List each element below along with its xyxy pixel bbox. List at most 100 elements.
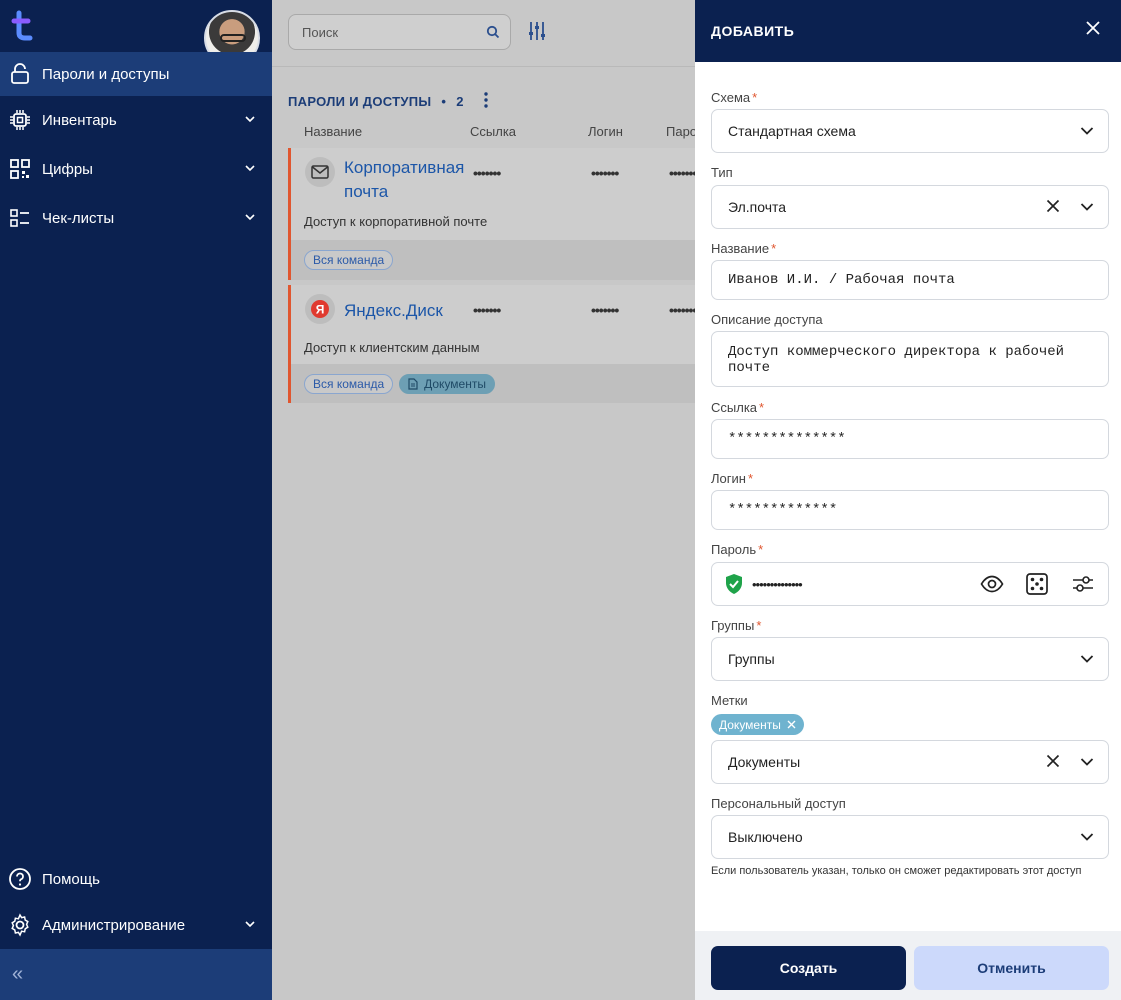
password-value: •••••••••••••• [752,576,803,592]
name-label: Название * [711,241,777,256]
document-icon [408,377,418,390]
cancel-button[interactable]: Отменить [914,946,1109,990]
more-vertical-icon[interactable] [484,92,488,111]
sidebar-item-label: Администрирование [42,916,186,934]
masked-login: ••••••• [591,302,619,318]
item-description: Доступ к клиентским данным [304,340,480,355]
tags-label: Метки [711,693,748,708]
type-value: Эл.почта [728,199,787,215]
clear-icon[interactable] [1046,754,1060,771]
sidebar-item-label: Цифры [42,160,93,178]
panel-header: ДОБАВИТЬ [695,0,1121,62]
shield-check-icon [724,573,744,595]
tag-chip[interactable]: Документы [399,373,495,394]
remove-tag-icon[interactable] [787,718,796,732]
create-button[interactable]: Создать [711,946,906,990]
sliders-icon[interactable] [1072,574,1094,597]
schema-value: Стандартная схема [728,123,856,139]
link-value: ************** [728,431,846,447]
selected-tag-chip[interactable]: Документы [711,714,804,735]
column-header-name[interactable]: Название [304,124,362,139]
chevron-down-icon[interactable] [1080,123,1094,139]
personal-access-hint: Если пользователь указан, только он смож… [711,865,1082,877]
panel-title: ДОБАВИТЬ [711,23,795,39]
chevron-down-icon[interactable] [1080,754,1094,770]
item-title[interactable]: Корпоративная почта [344,156,464,204]
qr-icon [8,157,32,181]
sidebar-item-label: Пароли и доступы [42,65,170,83]
description-textarea[interactable]: Доступ коммерческого директора к рабочей… [711,331,1109,387]
login-value: ************* [728,502,838,518]
link-label: Ссылка * [711,400,765,415]
groups-select[interactable]: Группы [711,637,1109,681]
schema-select[interactable]: Стандартная схема [711,109,1109,153]
sidebar-item-admin[interactable]: Администрирование [0,903,272,947]
chevron-down-icon[interactable] [1080,651,1094,667]
search-icon[interactable] [486,25,500,42]
list-count: 2 [456,94,464,109]
separator-dot: • [441,94,447,109]
eye-icon[interactable] [980,574,1004,597]
column-header-password[interactable]: Паро [666,124,695,139]
close-icon[interactable] [1085,20,1101,39]
double-chevron-left-icon: « [12,963,24,985]
list-header: ПАРОЛИ И ДОСТУПЫ • 2 [288,92,488,111]
name-value: Иванов И.И. / Рабочая почта [728,272,955,288]
list-item[interactable]: Корпоративная почта ••••••• ••••••• •••••… [288,148,695,280]
sidebar-item-checklists[interactable]: Чек-листы [0,196,272,240]
lock-icon [8,62,32,86]
sidebar-item-label: Чек-листы [42,209,115,227]
name-input[interactable]: Иванов И.И. / Рабочая почта [711,260,1109,300]
link-input[interactable]: ************** [711,419,1109,459]
item-title[interactable]: Яндекс.Диск [344,299,443,323]
personal-access-label: Персональный доступ [711,796,846,811]
group-chip[interactable]: Вся команда [304,250,394,270]
dice-icon[interactable] [1026,573,1048,598]
sidebar-item-numbers[interactable]: Цифры [0,147,272,191]
group-chip[interactable]: Вся команда [304,373,394,394]
personal-access-select[interactable]: Выключено [711,815,1109,859]
search-placeholder: Поиск [302,24,339,40]
login-label: Логин * [711,471,754,486]
tag-label: Документы [424,376,486,391]
column-header-link[interactable]: Ссылка [470,124,516,139]
schema-label: Схема * [711,90,758,105]
gear-icon [8,913,32,937]
masked-link: ••••••• [473,302,501,318]
clear-icon[interactable] [1046,199,1060,216]
chevron-down-icon[interactable] [1080,829,1094,845]
sidebar-item-passwords[interactable]: Пароли и доступы [0,52,272,96]
main-content: Поиск ПАРОЛИ И ДОСТУПЫ • 2 Название Ссыл… [272,0,695,1000]
sidebar-item-help[interactable]: Помощь [0,857,272,901]
tags-select[interactable]: Документы [711,740,1109,784]
type-select[interactable]: Эл.почта [711,185,1109,229]
search-input[interactable]: Поиск [288,14,511,50]
masked-password: ••••••• [669,302,695,318]
masked-login: ••••••• [591,165,619,181]
list-item[interactable]: Я Яндекс.Диск ••••••• ••••••• ••••••• До… [288,285,695,403]
chevron-down-icon [244,917,256,934]
filter-settings-icon[interactable] [528,20,546,45]
login-input[interactable]: ************* [711,490,1109,530]
tag-chip-label: Документы [719,717,781,732]
list-title: ПАРОЛИ И ДОСТУПЫ [288,94,432,109]
yandex-icon: Я [305,294,335,324]
groups-label: Группы * [711,618,762,633]
password-input[interactable]: •••••••••••••• [711,562,1109,606]
app-logo[interactable] [10,10,38,42]
column-header-login[interactable]: Логин [588,124,623,139]
description-label: Описание доступа [711,312,823,327]
sidebar-item-label: Помощь [42,870,100,888]
sidebar-item-inventory[interactable]: Инвентарь [0,98,272,142]
personal-access-value: Выключено [728,829,803,845]
chevron-down-icon [244,210,256,227]
chevron-down-icon[interactable] [1080,199,1094,215]
masked-link: ••••••• [473,165,501,181]
svg-text:Я: Я [316,303,325,317]
mail-icon [305,157,335,187]
help-icon [8,867,32,891]
password-label: Пароль * [711,542,764,557]
chip-icon [8,108,32,132]
chevron-down-icon [244,161,256,178]
collapse-sidebar-button[interactable]: « [0,949,272,1000]
